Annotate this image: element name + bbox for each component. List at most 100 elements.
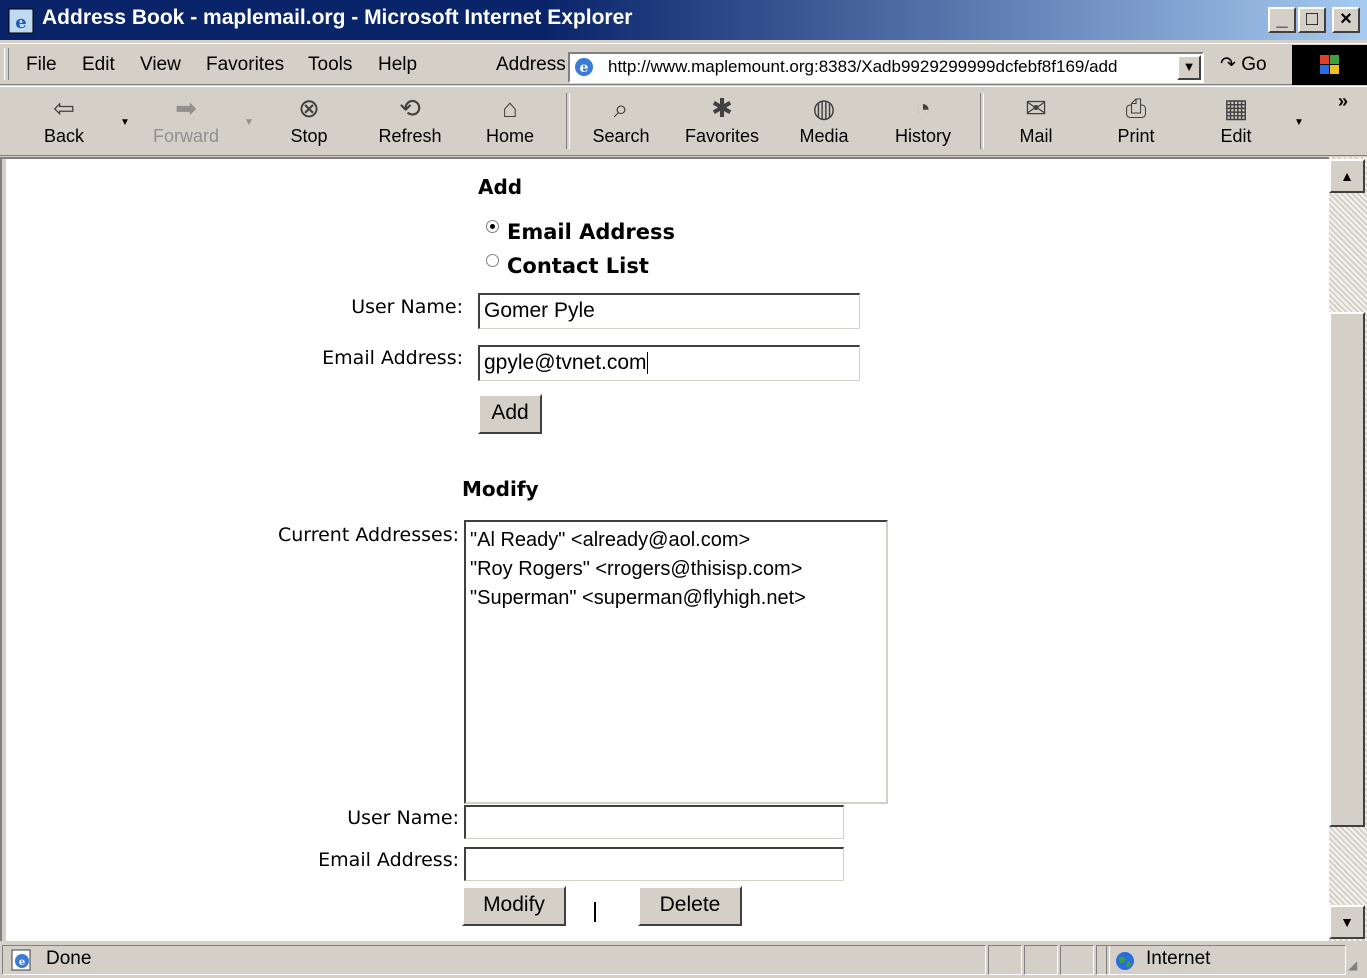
text-cursor <box>646 352 648 375</box>
modify-email-input[interactable] <box>464 847 844 881</box>
menu-file[interactable]: File <box>26 54 57 76</box>
go-button[interactable]: ↷ Go <box>1220 53 1267 76</box>
forward-button[interactable]: ➡ Forward <box>140 91 232 153</box>
search-label: Search <box>592 126 650 146</box>
mail-icon: ✉ <box>1025 93 1047 123</box>
modify-button[interactable]: Modify <box>462 886 566 926</box>
home-label: Home <box>485 126 534 146</box>
refresh-button[interactable]: ⟲ Refresh <box>364 91 456 153</box>
radio-email-address[interactable]: Email Address <box>486 220 675 244</box>
forward-arrow-icon: ➡ <box>175 93 197 123</box>
menu-tools[interactable]: Tools <box>308 54 352 76</box>
address-url[interactable]: http://www.maplemount.org:8383/Xadb99292… <box>608 57 1117 77</box>
search-icon: ⌕ <box>613 93 629 123</box>
edit-icon: ▦ <box>1223 93 1249 123</box>
add-user-name-input[interactable]: Gomer Pyle <box>478 293 860 329</box>
svg-text:e: e <box>580 60 589 76</box>
vertical-scrollbar[interactable]: ▲ ▼ <box>1329 157 1367 941</box>
standard-toolbar: ⇦ Back ▼ ➡ Forward ▼ ⊗ Stop ⟲ Refresh ⌂ … <box>0 86 1367 156</box>
globe-icon <box>1116 952 1134 970</box>
scroll-down-icon[interactable]: ▼ <box>1329 905 1365 939</box>
forward-label: Forward <box>152 126 219 146</box>
toolbar-overflow-icon[interactable]: » <box>1338 91 1348 112</box>
print-icon: ⎙ <box>1125 93 1147 123</box>
minimize-button[interactable]: _ <box>1268 7 1296 33</box>
status-panel-empty <box>988 945 1022 975</box>
maximize-button[interactable]: □ <box>1298 7 1326 33</box>
page-done-icon: e <box>11 949 31 971</box>
forward-dropdown-icon[interactable]: ▼ <box>244 117 254 128</box>
print-label: Print <box>1117 126 1155 146</box>
status-panel <box>2 945 986 975</box>
status-bar: e Done Internet ◢ <box>0 942 1367 978</box>
menu-edit[interactable]: Edit <box>82 54 115 76</box>
status-panel-empty <box>1024 945 1058 975</box>
radio-unselected-icon[interactable] <box>486 254 499 267</box>
content-left-border <box>2 159 6 941</box>
modify-user-name-label: User Name: <box>347 807 459 829</box>
print-button[interactable]: ⎙ Print <box>1090 91 1182 153</box>
menu-help[interactable]: Help <box>378 54 417 76</box>
modify-email-label: Email Address: <box>318 849 459 871</box>
add-button[interactable]: Add <box>478 394 542 434</box>
ie-logo-icon: e <box>8 8 34 34</box>
edit-label: Edit <box>1220 126 1252 146</box>
zone-text: Internet <box>1146 948 1211 969</box>
status-panel-empty <box>1060 945 1094 975</box>
scroll-up-icon[interactable]: ▲ <box>1329 159 1365 193</box>
menu-grip[interactable] <box>4 48 9 80</box>
svg-text:e: e <box>19 957 25 968</box>
current-addresses-listbox[interactable]: "Al Ready" <already@aol.com> "Roy Rogers… <box>464 520 888 804</box>
list-item[interactable]: "Roy Rogers" <rrogers@thisisp.com> <box>470 555 882 584</box>
add-user-name-label: User Name: <box>351 296 463 318</box>
edit-button[interactable]: ▦ Edit <box>1190 91 1282 153</box>
add-heading: Add <box>478 175 523 199</box>
favorites-button[interactable]: ✱ Favorites <box>676 91 768 153</box>
toolbar-separator <box>566 93 570 149</box>
add-email-value: gpyle@tvnet.com <box>484 351 647 374</box>
radio-selected-icon[interactable] <box>486 220 499 233</box>
title-bar[interactable]: e Address Book - maplemail.org - Microso… <box>0 0 1367 40</box>
radio-contact-list[interactable]: Contact List <box>486 254 649 278</box>
media-button[interactable]: ◍ Media <box>778 91 870 153</box>
home-button[interactable]: ⌂ Home <box>464 91 556 153</box>
search-button[interactable]: ⌕ Search <box>575 91 667 153</box>
add-email-input[interactable]: gpyle@tvnet.com <box>478 345 860 381</box>
close-button[interactable]: × <box>1332 7 1360 33</box>
delete-button[interactable]: Delete <box>638 886 742 926</box>
stop-button[interactable]: ⊗ Stop <box>263 91 355 153</box>
refresh-label: Refresh <box>378 126 442 146</box>
media-icon: ◍ <box>812 93 836 123</box>
current-addresses-label: Current Addresses: <box>277 524 459 546</box>
menu-view[interactable]: View <box>140 54 181 76</box>
favorites-label: Favorites <box>684 126 760 146</box>
back-label: Back <box>43 126 85 146</box>
address-bar[interactable]: e http://www.maplemount.org:8383/Xadb992… <box>568 52 1204 83</box>
modify-user-name-input[interactable] <box>464 805 844 839</box>
status-text: Done <box>46 948 92 969</box>
back-button[interactable]: ⇦ Back <box>18 91 110 153</box>
toolbar-separator <box>980 93 984 149</box>
radio-contact-label: Contact List <box>507 254 649 278</box>
back-dropdown-icon[interactable]: ▼ <box>120 117 130 128</box>
favorites-icon: ✱ <box>711 93 733 123</box>
go-label: Go <box>1241 54 1267 75</box>
edit-dropdown-icon[interactable]: ▼ <box>1294 117 1304 128</box>
address-dropdown-icon[interactable]: ▼ <box>1177 55 1201 80</box>
resize-grip-icon[interactable]: ◢ <box>1348 958 1357 972</box>
window-title: Address Book - maplemail.org - Microsoft… <box>42 6 633 29</box>
mail-button[interactable]: ✉ Mail <box>990 91 1082 153</box>
list-item[interactable]: "Superman" <superman@flyhigh.net> <box>470 584 882 613</box>
stop-icon: ⊗ <box>298 93 320 123</box>
scroll-thumb[interactable] <box>1329 312 1365 827</box>
history-label: History <box>894 126 951 146</box>
list-item[interactable]: "Al Ready" <already@aol.com> <box>470 526 882 555</box>
browser-window: e Address Book - maplemail.org - Microso… <box>0 0 1367 978</box>
radio-email-label: Email Address <box>507 220 676 244</box>
history-button[interactable]: ◔ History <box>877 91 969 153</box>
refresh-icon: ⟲ <box>399 93 421 123</box>
menu-favorites[interactable]: Favorites <box>206 54 284 76</box>
mail-label: Mail <box>1019 126 1053 146</box>
history-icon: ◔ <box>915 93 931 123</box>
svg-text:e: e <box>15 12 26 33</box>
